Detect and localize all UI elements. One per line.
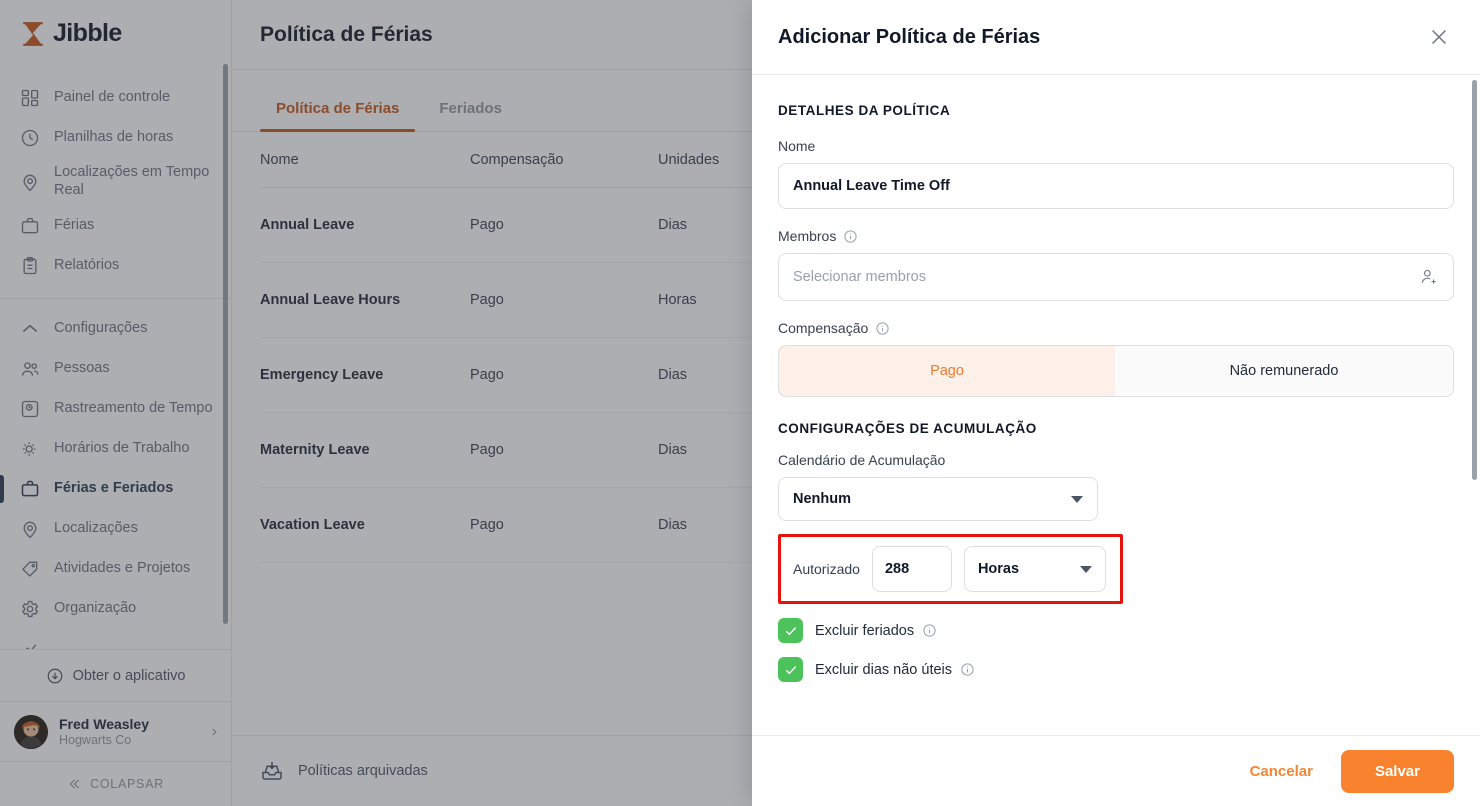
exclude-nonworking-days-text: Excluir dias não úteis [815, 661, 953, 678]
exclude-holidays-text: Excluir feriados [815, 622, 915, 639]
add-leave-policy-modal: Adicionar Política de Férias DETALHES DA… [752, 0, 1480, 806]
info-icon[interactable] [875, 321, 890, 336]
cancel-button[interactable]: Cancelar [1236, 753, 1327, 790]
compensation-label-text: Compensação [778, 320, 869, 336]
compensation-option-label: Não remunerado [1229, 363, 1339, 379]
allowed-amount-input[interactable] [871, 546, 952, 592]
exclude-holidays-row: Excluir feriados [778, 618, 1454, 643]
modal-scrollbar[interactable] [1472, 80, 1477, 480]
members-placeholder: Selecionar membros [793, 269, 926, 285]
name-label: Nome [778, 138, 816, 154]
accrual-calendar-label: Calendário de Acumulação [778, 452, 946, 468]
name-field-block: Nome [778, 138, 1454, 209]
modal-footer: Cancelar Salvar [752, 735, 1480, 806]
exclude-holidays-label: Excluir feriados [815, 623, 937, 639]
modal-header: Adicionar Política de Férias [752, 0, 1480, 75]
accrual-calendar-block: Calendário de Acumulação Nenhum [778, 452, 1454, 521]
allowed-unit-select[interactable]: Horas [963, 546, 1106, 592]
compensation-segmented-control: Pago Não remunerado [778, 345, 1454, 397]
save-button[interactable]: Salvar [1340, 749, 1454, 793]
info-icon[interactable] [843, 229, 858, 244]
check-icon [785, 626, 796, 635]
add-person-icon[interactable] [1419, 267, 1439, 287]
chevron-down-icon [1071, 495, 1083, 503]
modal-title: Adicionar Política de Férias [778, 25, 1041, 48]
next-section-partially-visible [778, 708, 1454, 714]
cut-off-section-title [778, 708, 1454, 714]
members-select-input[interactable]: Selecionar membros [778, 253, 1454, 301]
compensation-option-nao-remunerado[interactable]: Não remunerado [1115, 346, 1453, 396]
allowed-amount-row-highlighted: Autorizado Horas [778, 534, 1123, 604]
allowed-label: Autorizado [793, 561, 860, 577]
compensation-field-block: Compensação Pago Não remunerado [778, 320, 1454, 397]
compensation-option-label: Pago [930, 363, 964, 379]
members-field-block: Membros Selecionar membros [778, 228, 1454, 301]
members-label-text: Membros [778, 228, 837, 244]
allowed-unit-value: Horas [977, 561, 1020, 577]
members-label: Membros [778, 228, 1454, 244]
compensation-option-pago[interactable]: Pago [779, 346, 1116, 396]
exclude-nonworking-days-checkbox[interactable] [778, 657, 803, 682]
modal-body: DETALHES DA POLÍTICA Nome Membros Seleci… [752, 75, 1480, 735]
info-icon[interactable] [922, 623, 937, 638]
exclude-holidays-checkbox[interactable] [778, 618, 803, 643]
policy-name-input[interactable] [778, 163, 1454, 209]
accrual-calendar-select[interactable]: Nenhum [778, 477, 1098, 521]
close-icon [1432, 30, 1446, 44]
section-title-accrual: CONFIGURAÇÕES DE ACUMULAÇÃO [778, 421, 1037, 436]
exclude-nonworking-days-row: Excluir dias não úteis [778, 657, 1454, 682]
info-icon[interactable] [960, 662, 975, 677]
close-button[interactable] [1424, 22, 1454, 52]
section-title-details: DETALHES DA POLÍTICA [778, 103, 951, 118]
check-icon [785, 665, 796, 674]
modal-overlay[interactable] [0, 0, 756, 806]
compensation-label: Compensação [778, 320, 1454, 336]
exclude-nonworking-days-label: Excluir dias não úteis [815, 662, 975, 678]
chevron-down-icon [1079, 565, 1092, 573]
accrual-calendar-value: Nenhum [793, 491, 851, 507]
app-root: Jibble Painel de controle Planilhas de h… [0, 0, 1480, 806]
